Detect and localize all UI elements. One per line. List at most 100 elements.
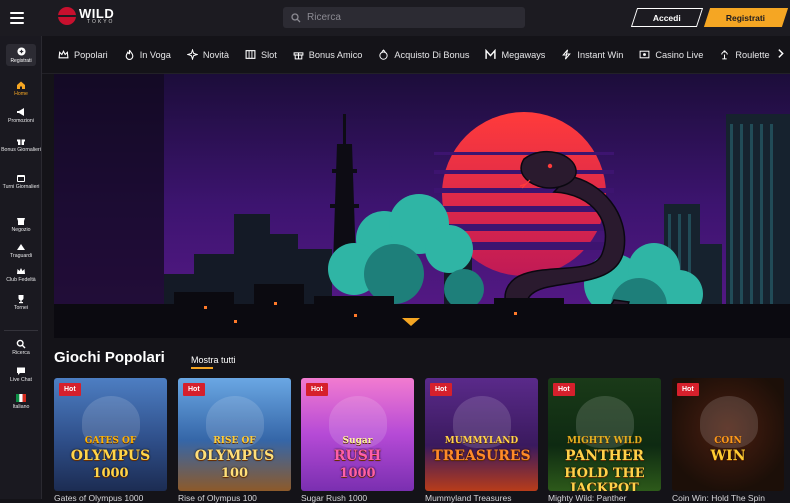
game-name[interactable]: Rise of Olympus 100 — [178, 493, 290, 503]
star-bag-icon — [378, 49, 389, 60]
game-card[interactable]: Hot RISE OF OLYMPUS 100 — [178, 378, 291, 491]
top-bar: WILD TOKYO Accedi Registrati — [0, 0, 790, 36]
game-art-line3: 1000 — [92, 466, 129, 481]
sparkle-icon — [186, 49, 198, 60]
sidebar-item-turni-giornalieri[interactable]: Turni Giornalieri — [0, 173, 42, 191]
sidebar-item-label: Home — [14, 91, 28, 97]
search-input[interactable] — [307, 12, 507, 23]
sidebar-item-label: Bonus Giornalieri — [1, 147, 41, 153]
sidebar-register-button[interactable]: Registrati — [6, 44, 36, 66]
game-art-line2: RUSH — [333, 448, 382, 464]
sidebar-item-club-fedelt[interactable]: Club Fedeltà — [0, 266, 42, 284]
game-art-line2: OLYMPUS — [194, 448, 275, 464]
hot-badge: Hot — [59, 383, 81, 396]
game-art-line2: OLYMPUS — [70, 448, 151, 464]
sidebar-item-bonus-giornalieri[interactable]: Bonus Giornalieri — [0, 136, 42, 154]
category-popolari[interactable]: Popolari — [58, 49, 108, 60]
logo[interactable]: WILD TOKYO — [58, 7, 114, 25]
chevron-right-icon — [775, 46, 786, 64]
game-art-line3: HOLD THE JACKPOT — [564, 466, 645, 491]
game-card[interactable]: Hot MIGHTY WILD PANTHER HOLD THE JACKPOT — [548, 378, 661, 491]
game-card[interactable]: Hot Sugar RUSH 1000 — [301, 378, 414, 491]
crown-icon — [58, 49, 69, 60]
sidebar-item-negozio[interactable]: Negozio — [0, 216, 42, 234]
lightning-icon — [561, 49, 572, 60]
crown-icon — [16, 266, 26, 276]
sidebar-item-label: Negozio — [11, 227, 31, 233]
gift-box-icon — [293, 49, 304, 60]
game-art-line2: WIN — [710, 448, 746, 464]
game-card[interactable]: Hot COIN WIN — [672, 378, 784, 491]
game-art-line3: 100 — [220, 466, 249, 481]
category-nav: Popolari In Voga Novità Slot Bonus Amico Acqu… — [42, 36, 790, 74]
sidebar-item-tornei[interactable]: Tornei — [0, 294, 42, 312]
gift-icon — [16, 136, 26, 146]
user-plus-icon — [16, 46, 26, 56]
sidebar-item-label: Ricerca — [12, 350, 30, 356]
game-art-line2: PANTHER — [564, 448, 645, 464]
register-button[interactable]: Registrati — [703, 8, 789, 27]
category-label: Novità — [202, 49, 229, 60]
sidebar-item-label: Live Chat — [10, 377, 32, 383]
category-label: Popolari — [74, 49, 108, 60]
sidebar-item-label: Club Fedeltà — [6, 277, 36, 283]
game-name[interactable]: Gates of Olympus 1000 — [54, 493, 166, 503]
category-megaways[interactable]: Megaways — [485, 49, 545, 60]
megaphone-icon — [16, 107, 26, 117]
category-label: Megaways — [501, 49, 546, 60]
category-instant-win[interactable]: Instant Win — [561, 49, 623, 60]
sidebar-item-traguardi[interactable]: Traguardi — [0, 242, 42, 260]
game-name[interactable]: Mummyland Treasures — [425, 493, 537, 503]
game-name[interactable]: Coin Win: Hold The Spin — [672, 493, 784, 503]
category-label: Casino Live — [655, 49, 704, 60]
category-acquisto-di-bonus[interactable]: Acquisto Di Bonus — [378, 49, 469, 60]
live-icon — [639, 49, 650, 60]
sidebar-item-ricerca[interactable]: Ricerca — [0, 339, 42, 357]
sidebar-item-label: Italiano — [12, 404, 30, 410]
game-art-line1: RISE OF — [213, 436, 256, 446]
sidebar-item-home[interactable]: Home — [0, 80, 42, 98]
category-label: Instant Win — [577, 49, 624, 60]
game-art-line1: GATES OF — [84, 436, 137, 446]
category-label: Acquisto Di Bonus — [394, 49, 470, 60]
category-label: Slot — [260, 49, 277, 60]
game-name[interactable]: Sugar Rush 1000 — [301, 493, 413, 503]
target-icon — [16, 242, 26, 252]
category-in-voga[interactable]: In Voga — [124, 49, 171, 60]
sidebar-item-live-chat[interactable]: Live Chat — [0, 366, 42, 384]
search-bar[interactable] — [283, 7, 525, 28]
logo-sub: TOKYO — [87, 19, 115, 25]
category-next-button[interactable] — [768, 45, 790, 65]
sidebar-item-label: Promozioni — [8, 118, 34, 124]
sidebar-item-promozioni[interactable]: Promozioni — [0, 107, 42, 125]
game-name[interactable]: Mighty Wild: Panther — [548, 493, 660, 503]
game-art-line2: TREASURES — [432, 448, 531, 464]
m-logo-icon — [485, 49, 497, 60]
hero-banner[interactable] — [54, 74, 790, 338]
hot-badge: Hot — [677, 383, 699, 396]
logo-mark-icon — [58, 7, 76, 25]
menu-icon[interactable] — [10, 12, 24, 24]
game-card[interactable]: Hot MUMMYLAND TREASURES — [425, 378, 538, 491]
hot-badge: Hot — [306, 383, 328, 396]
chat-icon — [16, 366, 26, 376]
category-slot[interactable]: Slot — [245, 49, 277, 60]
home-icon — [16, 80, 26, 90]
sidebar-divider — [4, 330, 38, 331]
category-casino-live[interactable]: Casino Live — [639, 49, 703, 60]
section-title: Giochi Popolari — [54, 349, 165, 366]
sidebar-item-label: Traguardi — [9, 253, 32, 259]
category-label: Roulette — [735, 49, 770, 60]
search-icon — [291, 12, 301, 22]
login-button[interactable]: Accedi — [630, 8, 704, 27]
hero-scroll-indicator-icon[interactable] — [402, 318, 420, 326]
sidebar-item-italiano[interactable]: Italiano — [0, 393, 42, 411]
slot-icon — [245, 49, 256, 60]
category-novit[interactable]: Novità — [186, 49, 229, 60]
category-label: In Voga — [139, 49, 171, 60]
category-bonus-amico[interactable]: Bonus Amico — [293, 49, 362, 60]
sidebar-item-label: Tornei — [13, 305, 29, 311]
show-all-link[interactable]: Mostra tutti — [191, 355, 236, 365]
game-card[interactable]: Hot GATES OF OLYMPUS 1000 — [54, 378, 167, 491]
category-roulette[interactable]: Roulette — [719, 49, 770, 60]
